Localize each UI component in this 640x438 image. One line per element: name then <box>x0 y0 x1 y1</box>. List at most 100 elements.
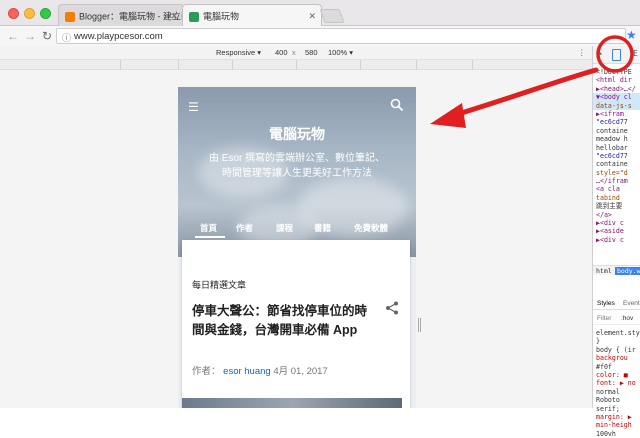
tab-label: Blogger：電腦玩物 - 建立新文章 <box>79 11 183 22</box>
search-icon[interactable] <box>390 98 404 112</box>
dom-node[interactable]: </a> <box>593 211 640 219</box>
style-property[interactable]: min-heigh <box>593 421 640 429</box>
new-tab-button[interactable] <box>319 9 345 23</box>
active-menu-indicator <box>195 236 225 238</box>
emulated-viewport: ☰ 電腦玩物 由 Esor 撰寫的雲端辦公室、數位筆記、時間管理等讓人生更美好工… <box>0 70 592 408</box>
inspect-element-icon[interactable]: ⬉ <box>597 49 602 59</box>
styles-tabs: Styles Event <box>593 298 640 310</box>
blogger-icon <box>65 11 75 22</box>
dom-node[interactable]: ▶<div c <box>593 219 640 227</box>
blog-description: 由 Esor 撰寫的雲端辦公室、數位筆記、時間管理等讓人生更美好工作方法 <box>208 153 386 179</box>
style-rule[interactable]: body { (ir <box>593 346 640 354</box>
post-title[interactable]: 停車大聲公：節省找停車位的時間與金錢，台灣開車必備 App <box>192 302 372 340</box>
style-value[interactable]: 100vh <box>593 430 640 438</box>
author-link[interactable]: esor huang <box>223 366 271 377</box>
site-icon <box>189 11 199 22</box>
back-arrow-icon[interactable]: ← <box>7 29 19 43</box>
menu-item-author[interactable]: 作者 <box>236 222 253 234</box>
media-query-ruler <box>0 60 592 70</box>
style-property[interactable]: margin: ▶ <box>593 413 640 421</box>
dom-node[interactable]: containe <box>593 160 640 168</box>
viewport-resize-handle[interactable] <box>418 318 421 332</box>
blog-header: ☰ 電腦玩物 由 Esor 撰寫的雲端辦公室、數位筆記、時間管理等讓人生更美好工… <box>178 87 416 257</box>
dimension-separator: x <box>292 48 296 57</box>
close-window-button[interactable] <box>8 8 19 19</box>
style-value[interactable]: normal <box>593 388 640 396</box>
bookmark-star-icon[interactable]: ★ <box>626 28 637 42</box>
dom-node[interactable]: ▶<head>…</ <box>593 85 640 93</box>
tab-label: 電腦玩物 <box>203 11 240 22</box>
maximize-window-button[interactable] <box>40 8 51 19</box>
menu-item-free-software[interactable]: 免費軟體 <box>354 222 388 234</box>
forward-arrow-icon[interactable]: → <box>24 29 36 43</box>
blog-menu: 首頁 作者 課程 書籍 免費軟體 <box>178 219 416 239</box>
style-value[interactable]: serif; <box>593 405 640 413</box>
styles-filter: Filter :hov <box>593 313 640 325</box>
share-icon[interactable] <box>385 301 399 315</box>
dom-node[interactable]: containe <box>593 127 640 135</box>
browser-toolbar: ← → ↻ ⓘ www.playpcesor.com ★ <box>0 26 640 46</box>
dom-node[interactable]: 跳到主要 <box>593 202 640 210</box>
menu-item-home[interactable]: 首頁 <box>200 222 217 234</box>
blog-title[interactable]: 電腦玩物 <box>178 124 416 144</box>
address-bar[interactable]: ⓘ www.playpcesor.com <box>56 28 626 44</box>
dom-node[interactable]: ▶<aside <box>593 227 640 235</box>
styles-pane: element.sty } body { (ir backgrou #f0f c… <box>593 329 640 438</box>
post-date[interactable]: 4月 01, 2017 <box>273 366 327 377</box>
tab-styles[interactable]: Styles <box>597 300 615 307</box>
post-meta: 作者： esor huang 4月 01, 2017 <box>192 363 328 377</box>
menu-item-courses[interactable]: 課程 <box>276 222 293 234</box>
dom-node[interactable]: <a cla <box>593 185 640 193</box>
hover-state-toggle[interactable]: :hov <box>621 315 633 322</box>
style-value[interactable]: Roboto <box>593 396 640 404</box>
dom-node[interactable]: <!DOCTYPE <box>593 68 640 76</box>
featured-label: 每日精選文章 <box>192 280 247 290</box>
breadcrumb-body[interactable]: body.w <box>615 267 640 275</box>
device-toolbar-toggle-icon[interactable] <box>612 49 621 61</box>
style-rule[interactable]: element.sty <box>593 329 640 337</box>
close-tab-icon[interactable]: ✕ <box>308 5 316 27</box>
filter-input[interactable]: Filter <box>597 315 611 322</box>
breadcrumb-html[interactable]: html <box>596 267 612 275</box>
dom-node[interactable]: "ec6cd77 <box>593 152 640 160</box>
style-property[interactable]: color: ■ <box>593 371 640 379</box>
style-property[interactable]: font: ▶ no <box>593 379 640 387</box>
dom-node[interactable]: ▶<ifram <box>593 110 640 118</box>
hamburger-menu-icon[interactable]: ☰ <box>188 100 199 114</box>
devtools-panel: ⬉ E <!DOCTYPE <html dir ▶<head>…</ ▼<bod… <box>592 46 640 438</box>
dom-node[interactable]: <html dir <box>593 76 640 84</box>
featured-post-card: 每日精選文章 停車大聲公：節省找停車位的時間與金錢，台灣開車必備 App 作者：… <box>182 240 410 408</box>
tab-event-listeners[interactable]: Event <box>623 300 640 307</box>
menu-item-books[interactable]: 書籍 <box>314 222 331 234</box>
close-tab-icon[interactable]: ✕ <box>170 5 178 26</box>
elements-tree: <!DOCTYPE <html dir ▶<head>…</ ▼<body cl… <box>593 68 640 244</box>
url-text[interactable]: www.playpcesor.com <box>74 31 163 42</box>
dom-node-selected[interactable]: data-js-s <box>593 101 640 110</box>
zoom-select[interactable]: 100% ▾ <box>328 48 353 57</box>
device-more-menu-icon[interactable]: ⋮ <box>578 48 586 57</box>
style-value[interactable]: #f0f <box>593 363 640 371</box>
page-info-icon[interactable]: ⓘ <box>62 31 71 44</box>
dom-node[interactable]: style="d <box>593 169 640 177</box>
more-panels-icon[interactable]: E <box>633 49 638 58</box>
devtools-toolbar: ⬉ E <box>593 46 640 64</box>
tab-playpcesor[interactable]: 電腦玩物 ✕ <box>182 4 322 27</box>
tab-blogger[interactable]: Blogger：電腦玩物 - 建立新文章 ✕ <box>58 4 184 26</box>
dom-node-selected[interactable]: ▼<body cl <box>593 93 640 102</box>
style-rule: } <box>596 337 600 346</box>
author-prefix: 作者： <box>192 366 221 377</box>
dom-node[interactable]: ▶<div c <box>593 236 640 244</box>
dom-node[interactable]: "ec6cd77 <box>593 118 640 126</box>
device-mode-select[interactable]: Responsive ▾ <box>216 48 261 57</box>
dom-node[interactable]: …</ifram <box>593 177 640 185</box>
reload-icon[interactable]: ↻ <box>42 29 52 43</box>
minimize-window-button[interactable] <box>24 8 35 19</box>
device-height-input[interactable]: 580 <box>305 48 318 57</box>
post-thumbnail[interactable] <box>182 398 402 408</box>
mobile-page-preview: ☰ 電腦玩物 由 Esor 撰寫的雲端辦公室、數位筆記、時間管理等讓人生更美好工… <box>178 87 416 408</box>
style-property[interactable]: backgrou <box>593 354 640 362</box>
dom-node[interactable]: tabind <box>593 194 640 202</box>
dom-node[interactable]: hellobar <box>593 144 640 152</box>
device-width-input[interactable]: 400 <box>275 48 288 57</box>
dom-node[interactable]: meadow h <box>593 135 640 143</box>
